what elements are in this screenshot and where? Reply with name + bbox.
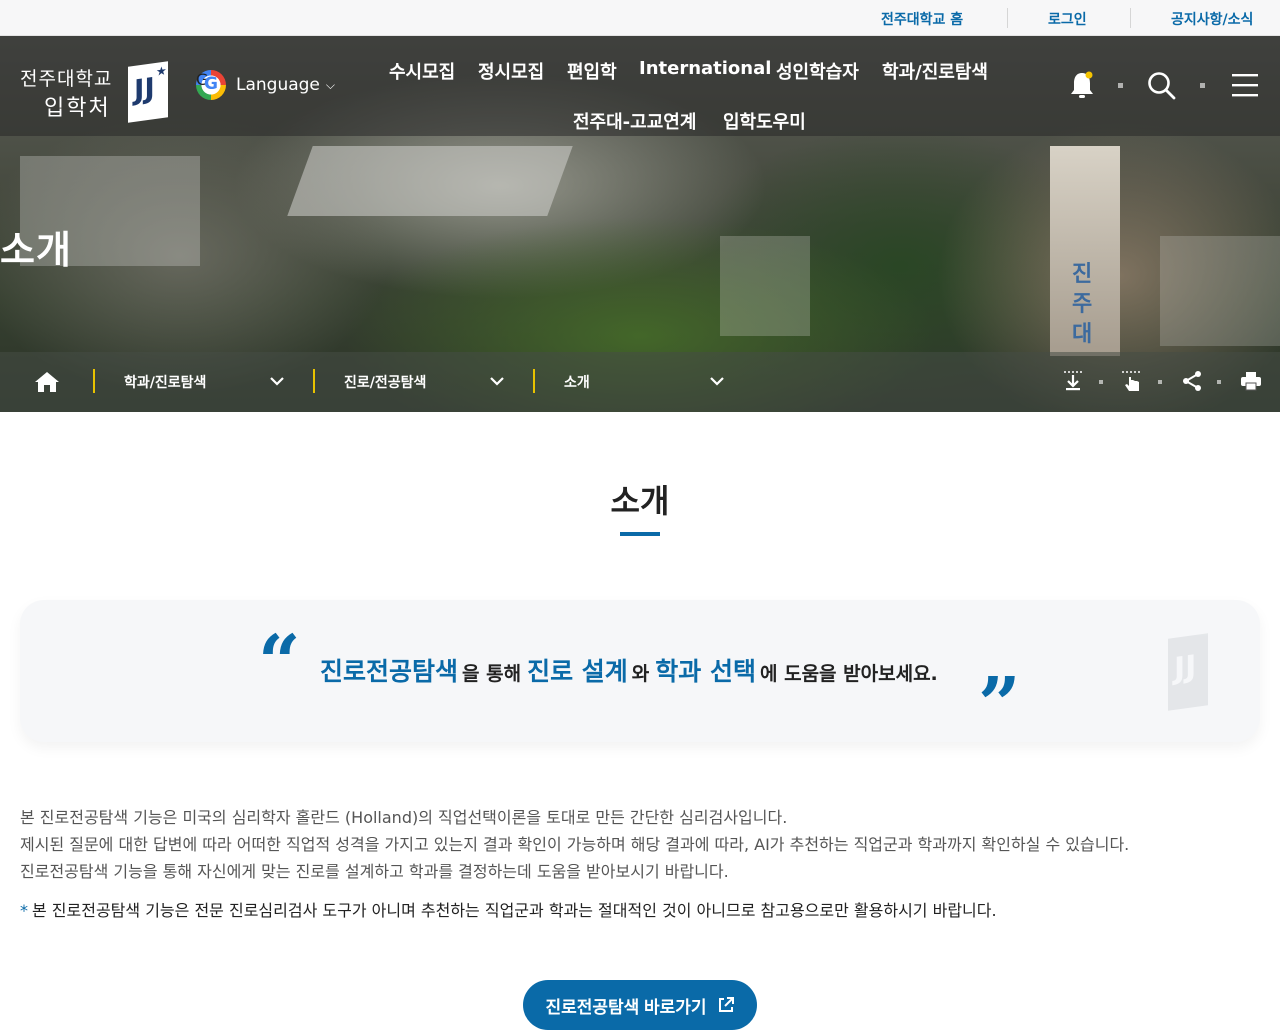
print-icon[interactable] [1240, 371, 1262, 391]
quote-text: 을 통해 [462, 663, 522, 685]
share-icon[interactable] [1181, 370, 1203, 392]
quote-text: 와 [631, 663, 650, 685]
menu-icon[interactable] [1230, 72, 1260, 98]
icon-separator [1200, 83, 1205, 88]
campus-tower: 진 주 대 [1050, 146, 1120, 356]
chevron-down-icon[interactable] [490, 376, 504, 386]
chevron-down-icon[interactable] [270, 376, 284, 386]
external-link-icon [718, 997, 734, 1012]
chevron-down-icon[interactable] [710, 376, 724, 386]
tower-text: 대 [1072, 322, 1093, 347]
breadcrumb-separator [313, 369, 315, 393]
logo-line1: 전주대학교 [20, 68, 113, 90]
university-mark-watermark-icon: JJ [1168, 633, 1208, 711]
icon-separator [1118, 83, 1123, 88]
tool-separator [1217, 380, 1221, 384]
language-selector[interactable]: G Language ⌵ [196, 70, 335, 100]
intro-quote: 진로전공탐색 을 통해 진로 설계 와 학과 선택 에 도움을 받아보세요. [320, 652, 944, 688]
bell-icon[interactable] [1068, 70, 1096, 100]
home-icon[interactable] [34, 371, 60, 393]
description-line: 본 진로전공탐색 기능은 미국의 심리학자 홀란드 (Holland)의 직업선… [20, 808, 788, 827]
download-icon[interactable] [1062, 370, 1084, 392]
title-underline [620, 532, 660, 536]
logo-line2: 입학처 [44, 96, 111, 121]
breadcrumb-bar: 학과/진로탐색 진로/전공탐색 소개 [0, 352, 1280, 412]
nav-admission-helper[interactable]: 입학도우미 [723, 108, 806, 134]
breadcrumb-level1[interactable]: 학과/진로탐색 [124, 372, 206, 392]
jeonju-univ-home-link[interactable]: 전주대학교 홈 [881, 9, 963, 29]
tower-text: 진 [1072, 262, 1093, 287]
quote-highlight: 진로전공탐색 [320, 657, 459, 686]
nav-adult-learner[interactable]: 성인학습자 [776, 58, 859, 84]
hero-banner: 진 주 대 전주대학교 입학처 JJ ★ G Language ⌵ 수시모집 정… [0, 36, 1280, 412]
top-utility-bar: 전주대학교 홈 로그인 공지사항/소식 [0, 0, 1280, 36]
nav-international[interactable]: International [639, 58, 771, 79]
breadcrumb-separator [93, 369, 95, 393]
google-letter: G [204, 74, 218, 94]
close-quote-icon: ” [978, 662, 1021, 748]
university-mark-text: JJ [134, 71, 155, 107]
description: 본 진로전공탐색 기능은 미국의 심리학자 홀란드 (Holland)의 직업선… [20, 804, 1129, 885]
site-logo[interactable]: 전주대학교 입학처 JJ ★ [20, 50, 170, 123]
building-shape [720, 236, 810, 336]
search-icon[interactable] [1146, 70, 1176, 100]
open-quote-icon: “ [258, 620, 301, 706]
breadcrumb-level3[interactable]: 소개 [564, 372, 590, 392]
nav-susi[interactable]: 수시모집 [389, 58, 455, 84]
university-mark-icon: JJ ★ [128, 61, 168, 123]
chevron-down-icon: ⌵ [325, 77, 336, 92]
breadcrumb-level2[interactable]: 진로/전공탐색 [344, 372, 426, 392]
asterisk-icon: * [20, 901, 28, 920]
divider [1130, 8, 1131, 28]
login-link[interactable]: 로그인 [1048, 9, 1087, 29]
hero-title: 소개 [0, 228, 72, 272]
description-line: 진로전공탐색 기능을 통해 자신에게 맞는 진로를 설계하고 학과를 결정하는데… [20, 862, 729, 881]
quote-highlight: 학과 선택 [655, 657, 756, 686]
quote-highlight: 진로 설계 [527, 657, 628, 686]
disclaimer-text: 본 진로전공탐색 기능은 전문 진로심리검사 도구가 아니며 추천하는 직업군과… [32, 901, 997, 920]
tool-separator [1099, 380, 1103, 384]
nav-major-career[interactable]: 학과/진로탐색 [882, 58, 988, 84]
page-title: 소개 [610, 482, 670, 520]
breadcrumb-separator [533, 369, 535, 393]
intro-quote-box: “ 진로전공탐색 을 통해 진로 설계 와 학과 선택 에 도움을 받아보세요.… [20, 600, 1260, 748]
language-label: Language [236, 75, 320, 95]
building-shape [1160, 236, 1280, 346]
disclaimer-note: * 본 진로전공탐색 기능은 전문 진로심리검사 도구가 아니며 추천하는 직업군… [20, 900, 997, 922]
google-icon: G [196, 70, 226, 100]
nav-transfer[interactable]: 편입학 [567, 58, 617, 84]
tower-text: 주 [1072, 292, 1093, 317]
tool-separator [1158, 380, 1162, 384]
career-exploration-link-button[interactable]: 진로전공탐색 바로가기 [523, 980, 757, 1030]
cta-label: 진로전공탐색 바로가기 [545, 997, 707, 1017]
star-icon: ★ [156, 63, 167, 79]
nav-high-school-link[interactable]: 전주대-고교연계 [573, 108, 696, 134]
divider [1007, 8, 1008, 28]
watermark-text: JJ [1174, 648, 1197, 687]
description-line: 제시된 질문에 대한 답변에 따라 어떠한 직업적 성격을 가지고 있는지 결과… [20, 835, 1130, 854]
quote-text: 에 도움을 받아보세요. [760, 663, 938, 685]
nav-jeongsi[interactable]: 정시모집 [478, 58, 544, 84]
touch-icon[interactable] [1120, 369, 1144, 393]
notice-link[interactable]: 공지사항/소식 [1171, 9, 1253, 29]
building-shape [287, 146, 573, 216]
